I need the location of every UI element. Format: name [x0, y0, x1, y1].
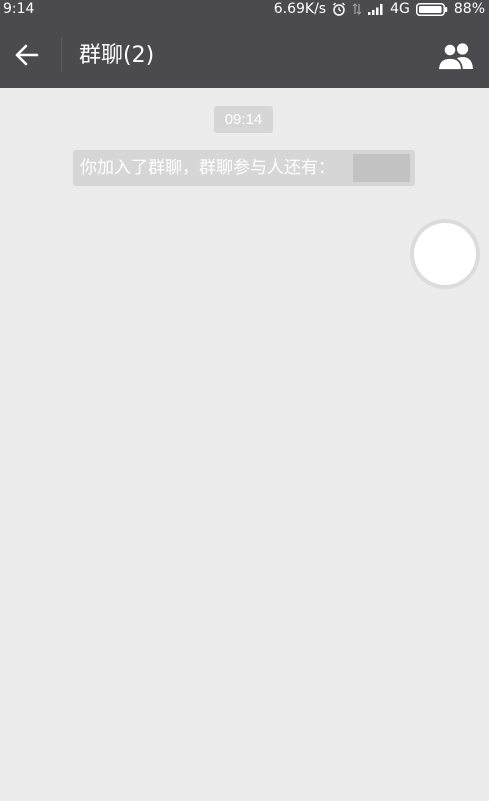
group-members-button[interactable] [435, 36, 477, 76]
status-right: 6.69K/s 4G 88% [274, 0, 485, 18]
signal-icon [368, 0, 384, 18]
network-speed: 6.69K/s [273, 1, 327, 17]
chat-area[interactable]: 09:14 你加入了群聊，群聊参与人还有： [0, 88, 489, 801]
alarm-icon [332, 0, 346, 18]
floating-assistive-button[interactable] [410, 219, 480, 289]
title-bar: 群聊(2) [0, 18, 489, 88]
title-divider [61, 38, 62, 72]
redacted-member-names [353, 154, 410, 182]
back-button[interactable] [8, 36, 46, 74]
back-arrow-icon [15, 44, 39, 66]
system-message-text: 你加入了群聊，群聊参与人还有： [80, 158, 335, 178]
message-timestamp: 09:14 [214, 106, 273, 133]
battery-icon [415, 2, 448, 16]
group-members-icon [437, 42, 473, 71]
network-type: 4G [390, 1, 410, 17]
page-title: 群聊(2) [79, 43, 155, 68]
status-time: 9:14 [3, 1, 35, 17]
status-bar: 9:14 6.69K/s 4G 88% [0, 0, 489, 18]
data-transfer-icon [352, 0, 362, 18]
system-message: 你加入了群聊，群聊参与人还有： [73, 150, 415, 186]
floating-button-inner [414, 223, 476, 285]
battery-percent: 88% [453, 1, 485, 17]
